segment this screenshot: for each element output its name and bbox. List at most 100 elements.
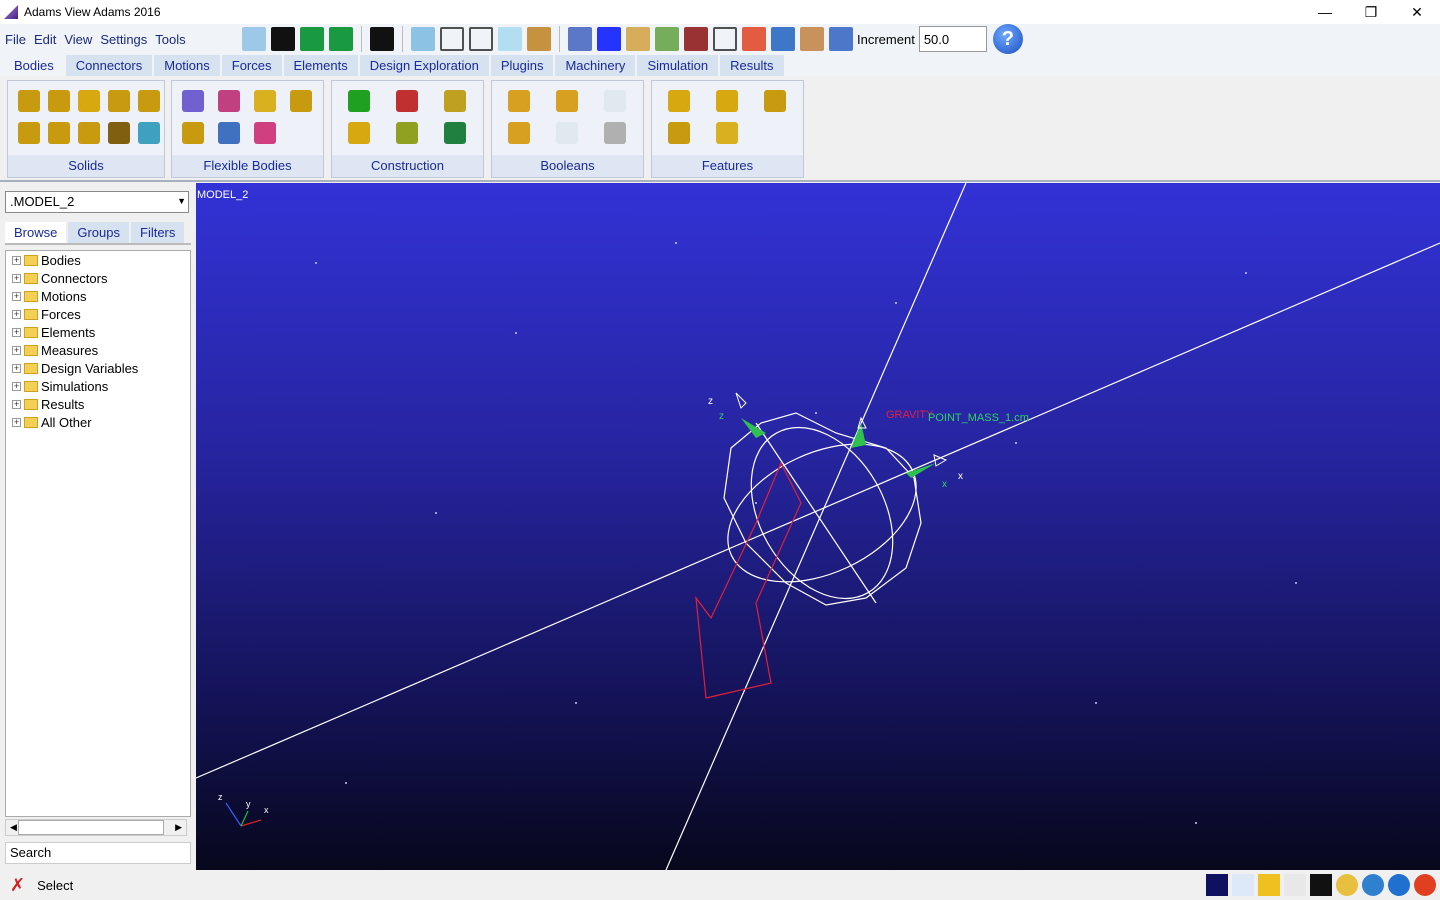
union-icon[interactable] [508,90,530,112]
fillet-icon[interactable] [668,122,690,144]
model-select[interactable]: .MODEL_2 ▼ [5,191,189,213]
swap-flex-icon[interactable] [218,90,240,112]
render-icon[interactable] [1310,874,1332,896]
save-icon[interactable] [271,27,295,51]
tab-browse[interactable]: Browse [5,222,67,243]
menu-view[interactable]: View [64,32,92,47]
revolution-icon[interactable] [108,122,130,144]
sphere-icon[interactable] [78,90,100,112]
beam-icon[interactable] [290,90,312,112]
plate-icon[interactable] [48,122,70,144]
polyline-icon[interactable] [444,90,466,112]
tab-forces[interactable]: Forces [221,55,284,76]
select-arrow-icon[interactable] [370,27,394,51]
split-icon[interactable] [556,122,578,144]
horizontal-scrollbar[interactable]: ◀ ▶ [5,819,187,836]
new-model-icon[interactable] [242,27,266,51]
grid-toggle-icon[interactable] [1284,874,1306,896]
tree-node[interactable]: + Results [6,395,190,413]
zoom-box-icon[interactable] [713,27,737,51]
menu-settings[interactable]: Settings [100,32,147,47]
translate-icon[interactable] [771,27,795,51]
torus-icon[interactable] [138,90,160,112]
expand-icon[interactable]: + [12,309,21,319]
search-input[interactable]: Search [5,842,191,864]
zoom-window-icon[interactable] [626,27,650,51]
help-button[interactable]: ? [992,24,1023,54]
expand-icon[interactable]: + [12,291,21,301]
menu-edit[interactable]: Edit [34,32,56,47]
minimize-button[interactable]: — [1302,0,1348,24]
rigid-to-flex-icon[interactable] [182,122,204,144]
pan-hand-icon[interactable] [800,27,824,51]
chain-icon[interactable] [604,122,626,144]
expand-icon[interactable]: + [12,273,21,283]
color-icon[interactable] [597,27,621,51]
3d-viewport[interactable]: MODEL_2 GRAVITY POINT_MASS_1.cm z z x x … [196,183,1440,870]
globe-icon[interactable] [1336,874,1358,896]
render-hidden-icon[interactable] [469,27,493,51]
menu-tools[interactable]: Tools [155,32,185,47]
triad-icon[interactable] [527,27,551,51]
tab-bodies[interactable]: Bodies [4,55,66,76]
frustum-icon[interactable] [108,90,130,112]
center-icon[interactable] [742,27,766,51]
flex-to-flex-icon[interactable] [218,122,240,144]
viewflex-icon[interactable] [254,90,276,112]
tab-motions[interactable]: Motions [154,55,222,76]
zoom-icon[interactable] [829,27,853,51]
render-wireframe-icon[interactable] [440,27,464,51]
stop-icon[interactable] [1414,874,1436,896]
intersect-icon[interactable] [604,90,626,112]
fit-all-icon[interactable] [684,27,708,51]
extrusion-icon[interactable] [78,122,100,144]
box-icon[interactable] [18,90,40,112]
boss-icon[interactable] [764,90,786,112]
tree-node[interactable]: + All Other [6,413,190,431]
chamfer-icon[interactable] [668,90,690,112]
expand-icon[interactable]: + [12,381,21,391]
hole-icon[interactable] [716,90,738,112]
tab-design-exploration[interactable]: Design Exploration [359,55,491,76]
expand-icon[interactable]: + [12,417,21,427]
tab-elements[interactable]: Elements [283,55,360,76]
increment-input[interactable] [918,26,987,52]
cylinder-icon[interactable] [48,90,70,112]
tab-plugins[interactable]: Plugins [490,55,556,76]
undo-icon[interactable] [329,27,353,51]
iso-view-icon[interactable] [498,27,522,51]
point-icon[interactable] [348,90,370,112]
grid-icon[interactable] [568,27,592,51]
close-button[interactable]: ✕ [1394,0,1440,24]
flex-body-icon[interactable] [182,90,204,112]
coordinates-icon[interactable] [1362,874,1384,896]
geometry-cg-icon[interactable] [444,122,466,144]
tree-node[interactable]: + Bodies [6,251,190,269]
redo-icon[interactable] [300,27,324,51]
menu-file[interactable]: File [5,32,26,47]
tab-connectors[interactable]: Connectors [65,55,155,76]
expand-icon[interactable]: + [12,327,21,337]
triad-toggle-icon[interactable] [1232,874,1254,896]
flex-edit-icon[interactable] [254,122,276,144]
cut-icon[interactable] [508,122,530,144]
plane-icon[interactable] [138,122,160,144]
tab-simulation[interactable]: Simulation [637,55,721,76]
tab-machinery[interactable]: Machinery [555,55,638,76]
info-icon[interactable] [1388,874,1410,896]
arc-icon[interactable] [348,122,370,144]
shell-icon[interactable] [716,122,738,144]
background-color-icon[interactable] [1206,874,1228,896]
tree-node[interactable]: + Design Variables [6,359,190,377]
expand-icon[interactable]: + [12,363,21,373]
tree-node[interactable]: + Connectors [6,269,190,287]
tree-node[interactable]: + Elements [6,323,190,341]
render-shaded-icon[interactable] [411,27,435,51]
fit-icon[interactable] [655,27,679,51]
tab-filters[interactable]: Filters [131,222,185,243]
color-icon[interactable] [1258,874,1280,896]
tree-node[interactable]: + Measures [6,341,190,359]
tab-groups[interactable]: Groups [68,222,129,243]
tree-node[interactable]: + Simulations [6,377,190,395]
tree-node[interactable]: + Forces [6,305,190,323]
